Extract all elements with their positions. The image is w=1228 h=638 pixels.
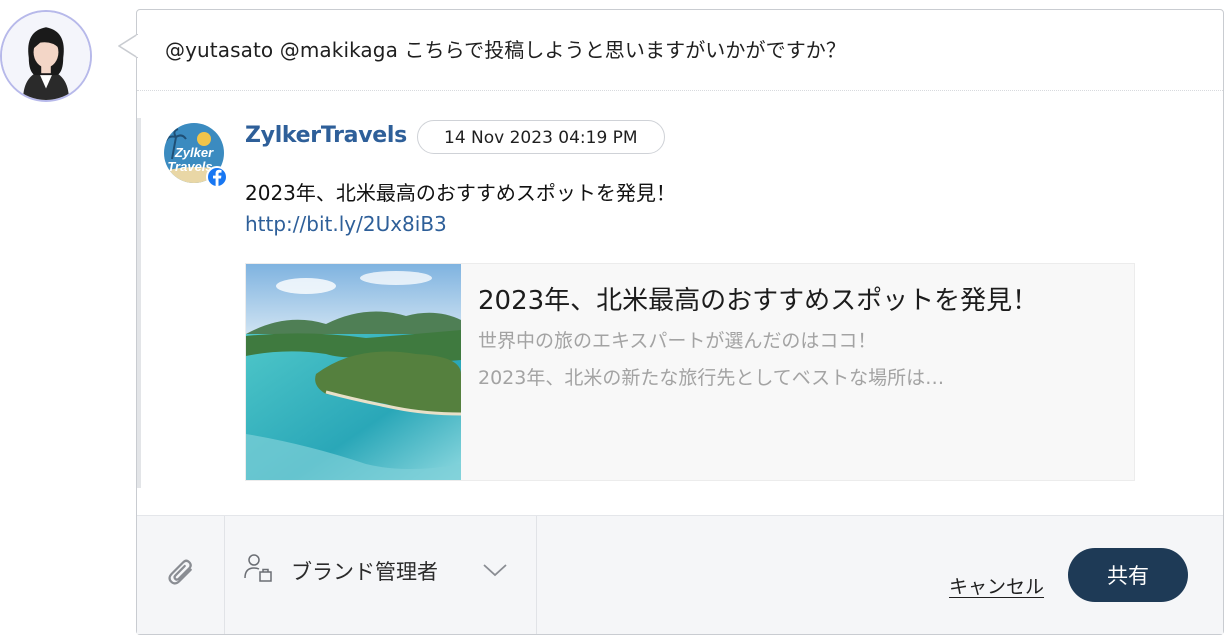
comment-text[interactable]: @yutasato @makikaga こちらで投稿しようと思いますがいかがです… bbox=[165, 34, 846, 63]
role-selector[interactable]: ブランド管理者 bbox=[225, 516, 537, 634]
post-quote-bar bbox=[137, 118, 141, 488]
post-timestamp: 14 Nov 2023 04:19 PM bbox=[417, 120, 665, 154]
post-text: 2023年、北米最高のおすすめスポットを発見！ bbox=[245, 181, 676, 205]
share-card: @yutasato @makikaga こちらで投稿しようと思いますがいかがです… bbox=[136, 9, 1224, 635]
preview-title: 2023年、北米最高のおすすめスポットを発見！ bbox=[478, 286, 1039, 316]
action-footer: ブランド管理者 キャンセル 共有 bbox=[137, 515, 1223, 634]
paperclip-icon bbox=[168, 559, 192, 585]
share-button[interactable]: 共有 bbox=[1068, 548, 1188, 602]
account-name[interactable]: ZylkerTravels bbox=[245, 123, 407, 148]
facebook-icon bbox=[206, 166, 228, 187]
logo-text-line1: Zylker bbox=[174, 145, 214, 160]
comment-pointer bbox=[118, 34, 138, 58]
chevron-down-icon bbox=[483, 564, 507, 577]
role-label: ブランド管理者 bbox=[291, 560, 438, 584]
preview-description-line1: 世界中の旅のエキスパートが選んだのはココ！ bbox=[478, 330, 877, 352]
preview-image bbox=[246, 264, 461, 480]
post-link[interactable]: http://bit.ly/2Ux8iB3 bbox=[245, 212, 447, 236]
link-preview[interactable]: 2023年、北米最高のおすすめスポットを発見！ 世界中の旅のエキスパートが選んだ… bbox=[245, 263, 1135, 481]
logo-text-line2: Travels bbox=[167, 159, 212, 174]
brand-logo: Zylker Travels bbox=[164, 123, 228, 187]
attach-button[interactable] bbox=[137, 516, 225, 634]
cancel-button[interactable]: キャンセル bbox=[949, 572, 1044, 599]
divider bbox=[137, 90, 1223, 91]
user-avatar bbox=[0, 10, 92, 102]
user-role-icon bbox=[244, 554, 272, 582]
preview-description-line2: 2023年、北米の新たな旅行先としてベストな場所は… bbox=[478, 367, 945, 389]
